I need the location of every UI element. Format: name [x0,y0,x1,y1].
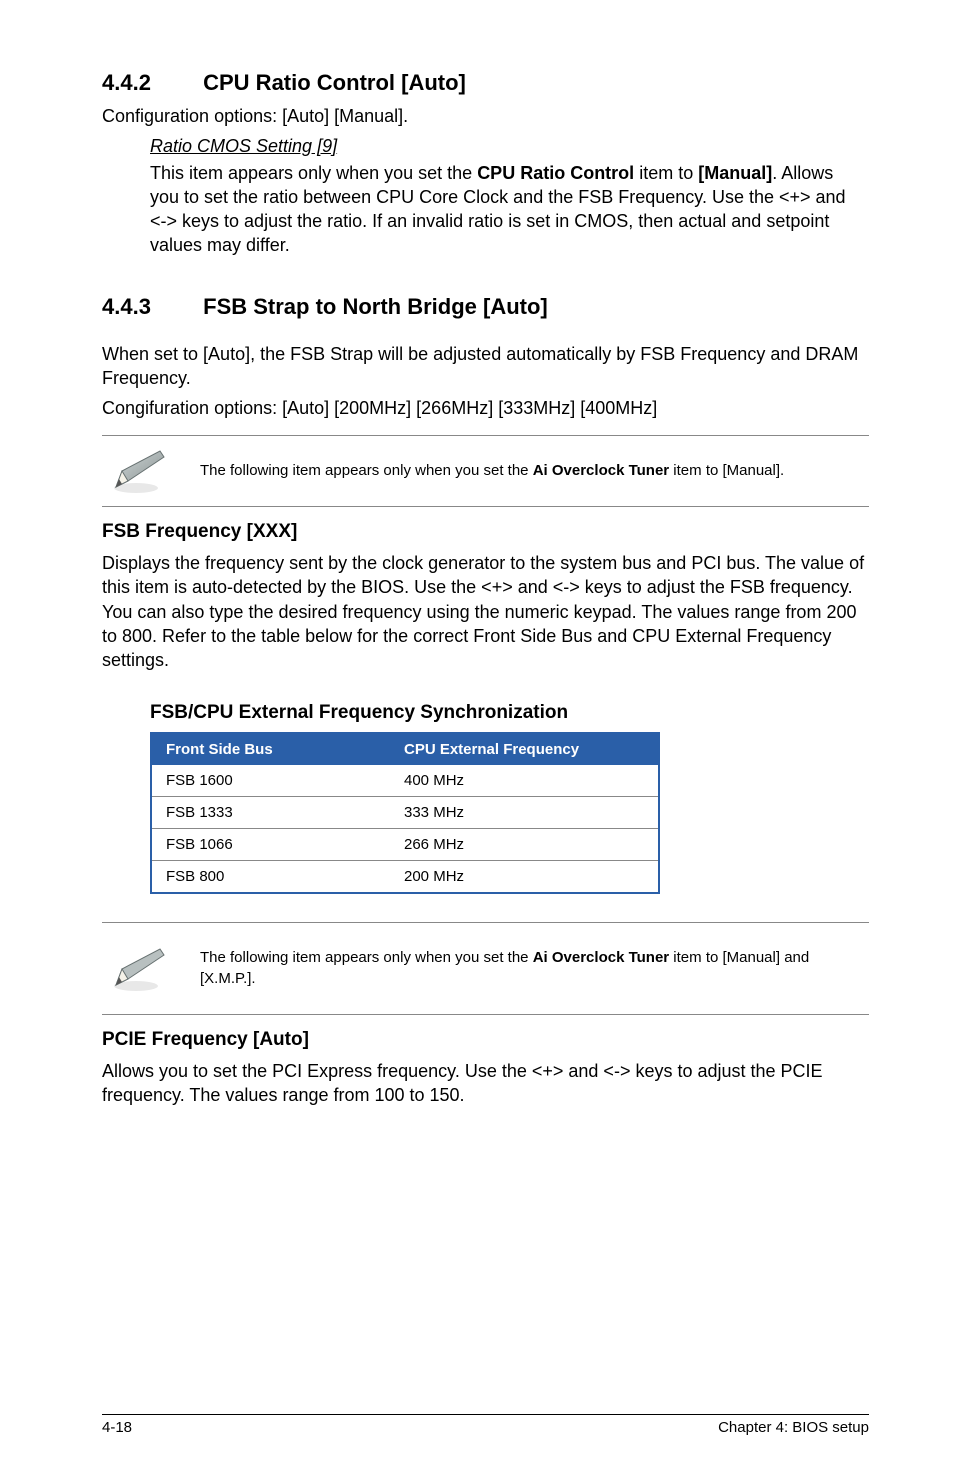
pcie-frequency-body: Allows you to set the PCI Express freque… [102,1059,869,1108]
section-number: 4.4.3 [102,294,197,320]
table-cell: FSB 1333 [151,797,390,829]
note-text: The following item appears only when you… [200,948,863,989]
fsb-cpu-table: Front Side Bus CPU External Frequency FS… [150,732,660,894]
ratio-cmos-body: This item appears only when you set the … [150,161,859,258]
table-cell: 333 MHz [390,797,659,829]
section-heading-fsb-strap: 4.4.3 FSB Strap to North Bridge [Auto] [102,294,869,320]
table-row: FSB 800 200 MHz [151,861,659,894]
fsb-frequency-body: Displays the frequency sent by the clock… [102,551,869,672]
note-text: The following item appears only when you… [200,461,863,481]
note-box: The following item appears only when you… [102,922,869,1015]
table-cell: 266 MHz [390,829,659,861]
page-number: 4-18 [102,1419,132,1436]
table-cell: FSB 1066 [151,829,390,861]
table-header-row: Front Side Bus CPU External Frequency [151,733,659,765]
note-box: The following item appears only when you… [102,435,869,507]
table-heading: FSB/CPU External Frequency Synchronizati… [150,702,869,724]
config-options-text: Configuration options: [Auto] [Manual]. [102,104,869,128]
table-header-col2: CPU External Frequency [390,733,659,765]
page-footer: 4-18 Chapter 4: BIOS setup [0,1154,954,1476]
pencil-icon [108,945,170,993]
section-heading-cpu-ratio: 4.4.2 CPU Ratio Control [Auto] [102,70,869,96]
table-cell: FSB 800 [151,861,390,894]
table-row: FSB 1600 400 MHz [151,765,659,797]
table-row: FSB 1333 333 MHz [151,797,659,829]
fsb-frequency-heading: FSB Frequency [XXX] [102,521,869,543]
fsb-strap-body1: When set to [Auto], the FSB Strap will b… [102,342,869,391]
table-cell: FSB 1600 [151,765,390,797]
table-cell: 400 MHz [390,765,659,797]
section-title: CPU Ratio Control [Auto] [203,70,466,95]
ratio-cmos-heading: Ratio CMOS Setting [9] [150,136,337,156]
pencil-icon [108,447,170,495]
section-title: FSB Strap to North Bridge [Auto] [203,294,548,319]
fsb-strap-body2: Congifuration options: [Auto] [200MHz] [… [102,396,869,420]
table-header-col1: Front Side Bus [151,733,390,765]
section-number: 4.4.2 [102,70,197,96]
pcie-frequency-heading: PCIE Frequency [Auto] [102,1029,869,1051]
chapter-title: Chapter 4: BIOS setup [718,1419,869,1436]
table-row: FSB 1066 266 MHz [151,829,659,861]
table-cell: 200 MHz [390,861,659,894]
